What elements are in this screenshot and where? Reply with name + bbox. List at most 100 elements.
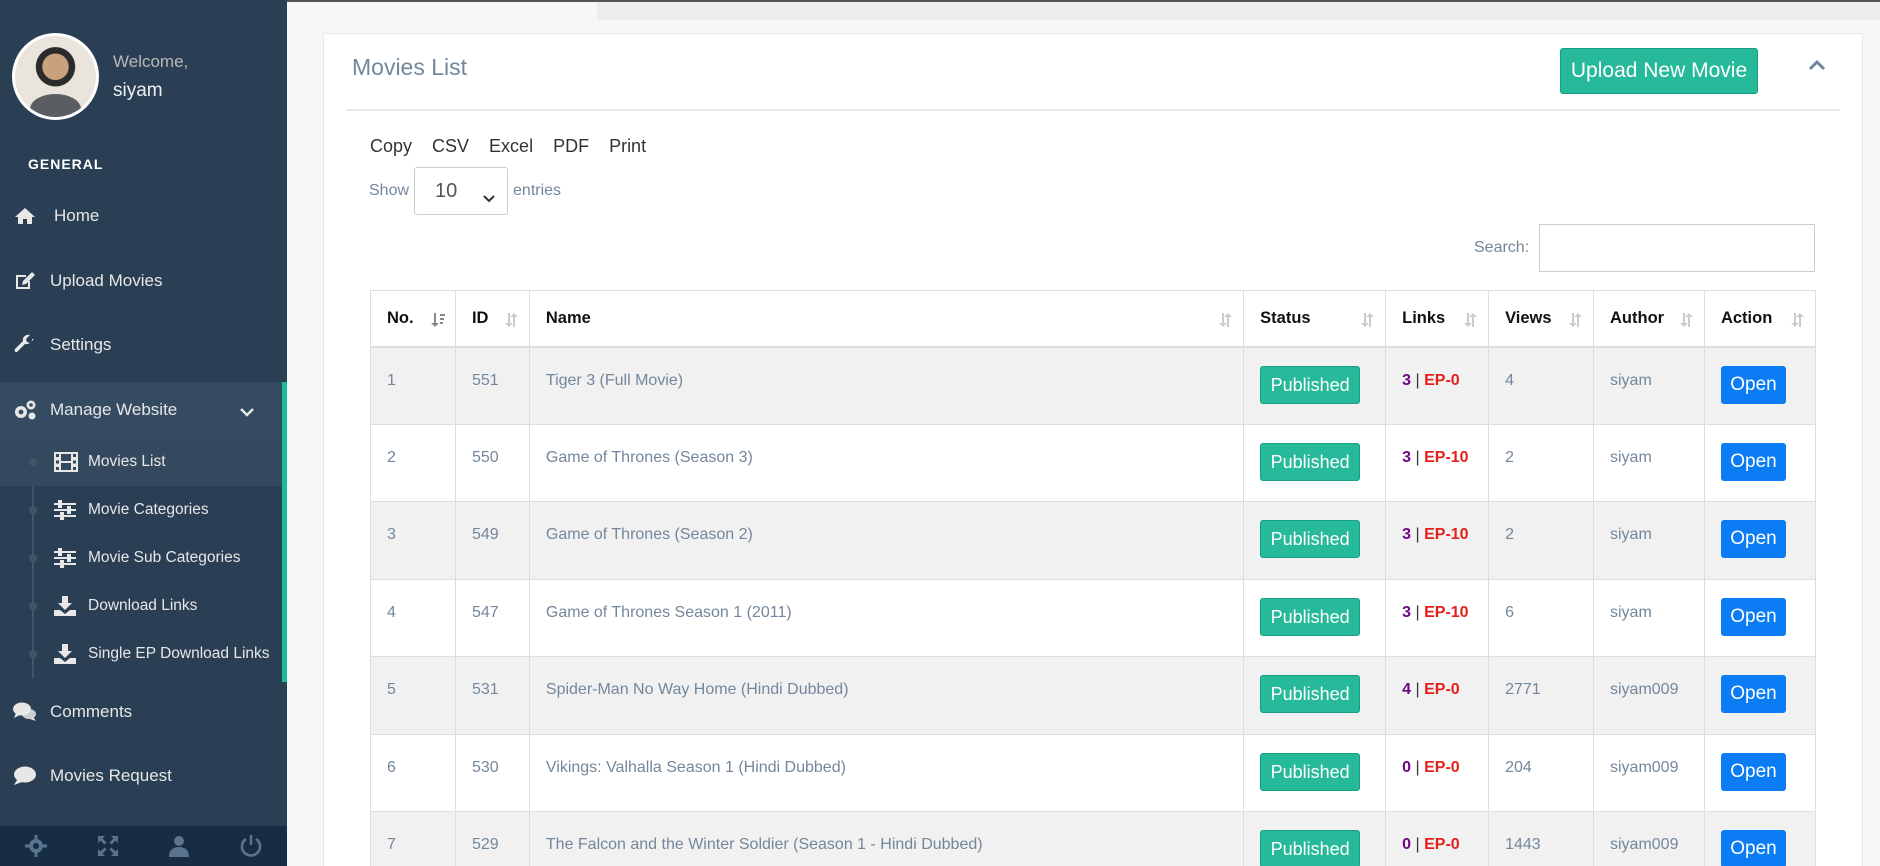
- cell-no: 6: [370, 733, 456, 812]
- settings-icon[interactable]: [0, 826, 72, 866]
- open-button[interactable]: Open: [1720, 830, 1786, 866]
- open-button[interactable]: Open: [1720, 365, 1786, 404]
- wrench-icon: [0, 334, 50, 356]
- section-title: GENERAL: [28, 156, 104, 172]
- submenu-item-movie-categories[interactable]: Movie Categories: [0, 486, 282, 534]
- column-header-status[interactable]: Status: [1243, 290, 1387, 348]
- search-label: Search:: [1474, 239, 1530, 256]
- cell-links: 0 | EP-0: [1385, 733, 1490, 812]
- table-row: 1 551 Tiger 3 (Full Movie) Published 3 |…: [370, 346, 1817, 425]
- column-header-no[interactable]: No.: [370, 290, 456, 348]
- table-row: 3 549 Game of Thrones (Season 2) Publish…: [370, 501, 1817, 580]
- sort-icon: [1219, 313, 1233, 332]
- sidebar-item-settings[interactable]: Settings: [0, 322, 287, 368]
- print-button[interactable]: Print: [609, 136, 646, 157]
- user-icon[interactable]: [144, 826, 216, 866]
- submenu-item-download-links[interactable]: Download Links: [0, 582, 282, 630]
- open-button[interactable]: Open: [1720, 442, 1786, 481]
- submenu-item-label: Single EP Download Links: [88, 645, 270, 662]
- open-button[interactable]: Open: [1720, 520, 1786, 558]
- cell-views: 204: [1488, 733, 1594, 812]
- cell-name: Spider-Man No Way Home (Hindi Dubbed): [528, 656, 1245, 735]
- submenu: Movies List Movie Categories Movie Sub C…: [0, 438, 282, 678]
- entries-select[interactable]: 10: [414, 167, 509, 215]
- column-header-links[interactable]: Links: [1385, 290, 1490, 348]
- fullscreen-icon[interactable]: [72, 826, 144, 866]
- download-icon: [54, 596, 80, 616]
- cell-author: siyam: [1593, 346, 1705, 425]
- comment-icon: [0, 766, 50, 786]
- power-icon[interactable]: [215, 826, 287, 866]
- cell-name: Vikings: Valhalla Season 1 (Hindi Dubbed…: [528, 733, 1245, 812]
- column-header-name[interactable]: Name: [528, 290, 1245, 348]
- show-label: Show: [369, 182, 410, 199]
- top-nav: [287, 0, 1880, 30]
- csv-button[interactable]: CSV: [432, 136, 469, 157]
- search-input[interactable]: [1539, 224, 1816, 272]
- cell-id: 531: [454, 656, 530, 735]
- avatar[interactable]: [12, 33, 99, 120]
- cell-name: Game of Thrones (Season 2): [528, 501, 1245, 580]
- open-button[interactable]: Open: [1720, 597, 1786, 636]
- table-row: 7 529 The Falcon and the Winter Soldier …: [370, 811, 1817, 866]
- cell-views: 4: [1488, 346, 1594, 425]
- export-buttons: Copy CSV Excel PDF Print: [370, 136, 666, 157]
- cell-id: 551: [454, 346, 530, 425]
- upload-new-movie-button[interactable]: Upload New Movie: [1560, 48, 1758, 94]
- chevron-down-icon: [483, 186, 495, 209]
- status-badge: Published: [1260, 752, 1361, 791]
- sidebar-item-upload-movies[interactable]: Upload Movies: [0, 258, 287, 304]
- column-header-id[interactable]: ID: [454, 290, 530, 348]
- cell-name: Game of Thrones Season 1 (2011): [528, 578, 1245, 657]
- open-button[interactable]: Open: [1720, 675, 1786, 713]
- copy-button[interactable]: Copy: [370, 136, 412, 157]
- pdf-button[interactable]: PDF: [553, 136, 589, 157]
- table-row: 4 547 Game of Thrones Season 1 (2011) Pu…: [370, 578, 1817, 657]
- cell-no: 7: [370, 811, 456, 866]
- sidebar-item-home[interactable]: Home: [0, 193, 287, 239]
- sidebar-item-label: Settings: [50, 335, 112, 354]
- cell-id: 529: [454, 811, 530, 866]
- cell-links: 4 | EP-0: [1385, 656, 1490, 735]
- entries-length: Show 10 entries: [369, 167, 561, 215]
- cell-no: 3: [370, 501, 456, 580]
- movies-panel: Movies List Upload New Movie Copy CSV Ex…: [323, 33, 1863, 866]
- cell-links: 0 | EP-0: [1385, 811, 1490, 866]
- submenu-item-movies-list[interactable]: Movies List: [0, 438, 282, 486]
- sort-icon: [1791, 313, 1805, 332]
- sidebar-item-label: Movies Request: [50, 766, 172, 785]
- username: siyam: [113, 79, 163, 101]
- table-row: 2 550 Game of Thrones (Season 3) Publish…: [370, 423, 1817, 502]
- status-badge: Published: [1260, 597, 1361, 636]
- sidebar-item-movies-request[interactable]: Movies Request: [0, 753, 287, 799]
- sidebar-item-label: Upload Movies: [50, 271, 163, 290]
- sidebar-footer: [0, 826, 287, 866]
- cell-author: siyam: [1593, 501, 1705, 580]
- welcome-text: Welcome,: [113, 51, 189, 71]
- sidebar-item-manage-website[interactable]: Manage Website: [0, 382, 282, 438]
- sort-icon: [504, 313, 519, 332]
- cell-views: 2: [1488, 423, 1594, 502]
- status-badge: Published: [1260, 520, 1361, 558]
- table-row: 5 531 Spider-Man No Way Home (Hindi Dubb…: [370, 656, 1817, 735]
- cell-links: 3 | EP-0: [1385, 346, 1490, 425]
- submenu-item-single-ep-download-links[interactable]: Single EP Download Links: [0, 630, 282, 678]
- search: Search:: [1474, 224, 1816, 272]
- cell-links: 3 | EP-10: [1385, 578, 1490, 657]
- chevron-up-icon[interactable]: [1808, 58, 1826, 76]
- column-header-author[interactable]: Author: [1593, 290, 1705, 348]
- open-button[interactable]: Open: [1720, 752, 1786, 791]
- submenu-item-movie-sub-categories[interactable]: Movie Sub Categories: [0, 534, 282, 582]
- cell-views: 1443: [1488, 811, 1594, 866]
- excel-button[interactable]: Excel: [489, 136, 533, 157]
- cell-views: 2771: [1488, 656, 1594, 735]
- column-header-action[interactable]: Action: [1703, 290, 1817, 348]
- home-icon: [0, 207, 50, 225]
- column-header-views[interactable]: Views: [1488, 290, 1594, 348]
- cell-name: Tiger 3 (Full Movie): [528, 346, 1245, 425]
- movies-table: No. ID Name Status Links Views Author Ac…: [370, 290, 1817, 866]
- comments-icon: [0, 702, 50, 722]
- status-badge: Published: [1260, 365, 1361, 404]
- sidebar-item-comments[interactable]: Comments: [0, 689, 287, 735]
- sidebar-item-label: Manage Website: [50, 400, 178, 419]
